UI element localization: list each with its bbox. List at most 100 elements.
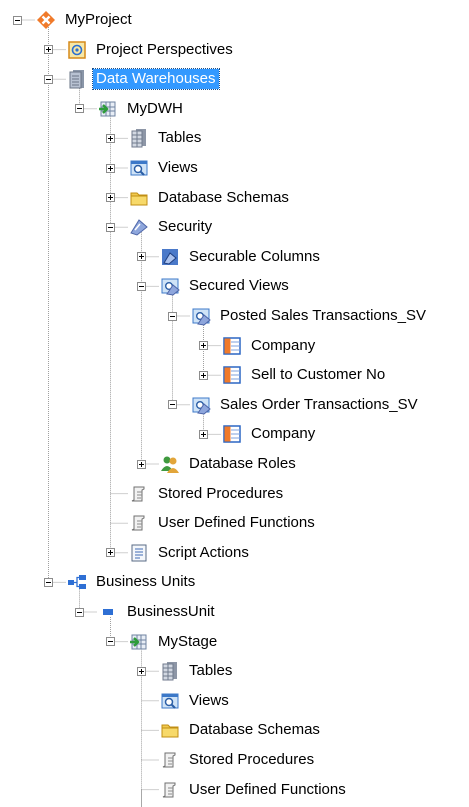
tree-node-user-defined-functions[interactable]: User Defined Functions [160, 777, 349, 803]
expand-toggle-views[interactable] [106, 163, 115, 173]
collapse-toggle-sales-order-transactions-sv[interactable] [168, 400, 177, 410]
tree-node-security[interactable]: Security [129, 214, 215, 240]
tree-node-views[interactable]: Views [160, 688, 232, 714]
collapse-toggle-security[interactable] [106, 222, 115, 232]
tree-node-tables[interactable]: Tables [129, 125, 204, 151]
folder-icon [129, 188, 149, 208]
tree-node-label[interactable]: Secured Views [186, 276, 292, 296]
tree-node-myproject[interactable]: MyProject [36, 7, 135, 33]
tree-node-label[interactable]: Security [155, 217, 215, 237]
tree-node-label[interactable]: Database Schemas [155, 188, 292, 208]
tree-node-database-schemas[interactable]: Database Schemas [160, 717, 323, 743]
tree-node-label[interactable]: Views [186, 691, 232, 711]
securable-columns-icon [160, 247, 180, 267]
tree-node-secured-views[interactable]: Secured Views [160, 273, 292, 299]
expand-toggle-securable-columns[interactable] [137, 252, 146, 262]
script-icon [129, 513, 149, 533]
database-stack-icon [67, 69, 87, 89]
script-icon [160, 780, 180, 800]
project-tree[interactable]: MyProject Project Perspectives Data Wareho… [0, 0, 469, 807]
business-units-icon [67, 572, 87, 592]
tree-node-label[interactable]: Stored Procedures [155, 484, 286, 504]
tree-node-database-schemas[interactable]: Database Schemas [129, 185, 292, 211]
folder-icon [160, 720, 180, 740]
tree-node-label[interactable]: Data Warehouses [92, 68, 220, 91]
tree-node-securable-columns[interactable]: Securable Columns [160, 244, 323, 270]
tree-node-project-perspectives[interactable]: Project Perspectives [67, 37, 236, 63]
collapse-toggle-secured-views[interactable] [137, 281, 146, 291]
tree-node-label[interactable]: Tables [186, 661, 235, 681]
tree-node-views[interactable]: Views [129, 155, 201, 181]
collapse-toggle-data-warehouses[interactable] [44, 74, 53, 84]
stage-icon [129, 632, 149, 652]
tree-node-label[interactable]: Sell to Customer No [248, 365, 388, 385]
expand-toggle-script-actions[interactable] [106, 548, 115, 558]
tree-node-data-warehouses[interactable]: Data Warehouses [67, 66, 220, 92]
tree-node-label[interactable]: Posted Sales Transactions_SV [217, 306, 429, 326]
tree-node-label[interactable]: MyProject [62, 10, 135, 30]
tree-node-sales-order-transactions-sv[interactable]: Sales Order Transactions_SV [191, 392, 421, 418]
tree-node-label[interactable]: Company [248, 424, 318, 444]
column-icon [222, 336, 242, 356]
tree-node-businessunit[interactable]: BusinessUnit [98, 599, 218, 625]
expand-toggle-project-perspectives[interactable] [44, 45, 53, 55]
tree-node-label[interactable]: User Defined Functions [186, 780, 349, 800]
tree-node-label[interactable]: Stored Procedures [186, 750, 317, 770]
tree-node-label[interactable]: Script Actions [155, 543, 252, 563]
tables-icon [129, 128, 149, 148]
tree-node-company[interactable]: Company [222, 421, 318, 447]
tree-node-label[interactable]: User Defined Functions [155, 513, 318, 533]
expand-toggle-database-schemas[interactable] [106, 193, 115, 203]
collapse-toggle-mydwh[interactable] [75, 104, 84, 114]
tree-node-label[interactable]: Tables [155, 128, 204, 148]
tree-node-label[interactable]: Database Schemas [186, 720, 323, 740]
script-icon [160, 750, 180, 770]
tree-node-business-units[interactable]: Business Units [67, 569, 198, 595]
tree-node-database-roles[interactable]: Database Roles [160, 451, 299, 477]
tree-node-label[interactable]: BusinessUnit [124, 602, 218, 622]
tree-node-label[interactable]: Views [155, 158, 201, 178]
expand-toggle-tables[interactable] [137, 666, 146, 676]
expand-toggle-sell-to-customer-no[interactable] [199, 370, 208, 380]
column-icon [222, 365, 242, 385]
expand-toggle-company[interactable] [199, 341, 208, 351]
secured-views-icon [160, 276, 180, 296]
collapse-toggle-myproject[interactable] [13, 15, 22, 25]
script-icon [129, 484, 149, 504]
column-icon [222, 424, 242, 444]
business-unit-icon [98, 602, 118, 622]
tree-node-script-actions[interactable]: Script Actions [129, 540, 252, 566]
tree-node-label[interactable]: Business Units [93, 572, 198, 592]
dwh-icon [98, 99, 118, 119]
tree-node-user-defined-functions[interactable]: User Defined Functions [129, 510, 318, 536]
secured-view-icon [191, 306, 211, 326]
perspective-icon [67, 40, 87, 60]
tree-node-mystage[interactable]: MyStage [129, 629, 220, 655]
tables-icon [160, 661, 180, 681]
expand-toggle-tables[interactable] [106, 133, 115, 143]
tree-node-label[interactable]: MyStage [155, 632, 220, 652]
collapse-toggle-business-units[interactable] [44, 577, 53, 587]
tree-node-stored-procedures[interactable]: Stored Procedures [129, 481, 286, 507]
tree-node-label[interactable]: Project Perspectives [93, 40, 236, 60]
collapse-toggle-mystage[interactable] [106, 637, 115, 647]
tree-node-sell-to-customer-no[interactable]: Sell to Customer No [222, 362, 388, 388]
tree-node-stored-procedures[interactable]: Stored Procedures [160, 747, 317, 773]
tree-node-label[interactable]: Sales Order Transactions_SV [217, 395, 421, 415]
tree-node-company[interactable]: Company [222, 333, 318, 359]
script-actions-icon [129, 543, 149, 563]
views-icon [129, 158, 149, 178]
tree-node-label[interactable]: Securable Columns [186, 247, 323, 267]
security-icon [129, 217, 149, 237]
collapse-toggle-posted-sales-transactions-sv[interactable] [168, 311, 177, 321]
expand-toggle-database-roles[interactable] [137, 459, 146, 469]
tree-node-label[interactable]: MyDWH [124, 99, 186, 119]
tree-node-label[interactable]: Database Roles [186, 454, 299, 474]
expand-toggle-company[interactable] [199, 429, 208, 439]
tree-node-mydwh[interactable]: MyDWH [98, 96, 186, 122]
views-icon [160, 691, 180, 711]
tree-node-tables[interactable]: Tables [160, 658, 235, 684]
collapse-toggle-businessunit[interactable] [75, 607, 84, 617]
tree-node-label[interactable]: Company [248, 336, 318, 356]
tree-node-posted-sales-transactions-sv[interactable]: Posted Sales Transactions_SV [191, 303, 429, 329]
